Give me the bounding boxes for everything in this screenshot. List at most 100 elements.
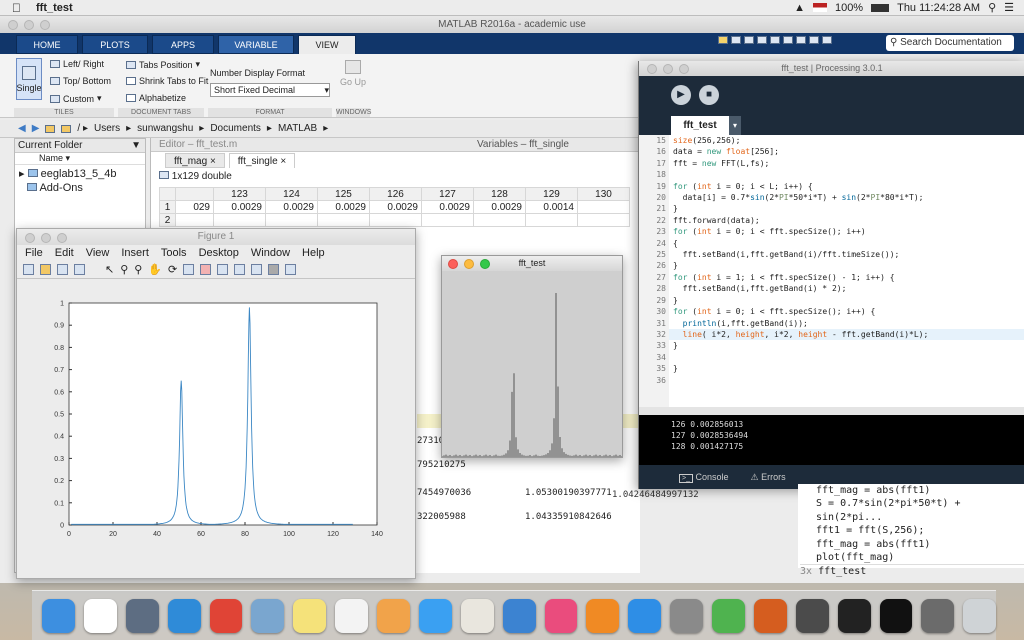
folder-up-icon[interactable] (45, 124, 56, 133)
qa-icon[interactable] (796, 36, 806, 44)
col-header[interactable]: 128 (473, 187, 526, 201)
path-root[interactable]: / ▸ (77, 123, 88, 134)
code-line[interactable]: for (int i = 1; i < fft.specSize() - 1; … (669, 272, 1024, 283)
history-item-last[interactable]: 3x fft_test (800, 564, 1024, 578)
go-up-button[interactable]: Go Up (340, 60, 366, 87)
top-bottom-button[interactable]: Top/ Bottom (50, 76, 111, 86)
line-plot[interactable]: 0 20 40 60 80 100 120 140 0 0.1 0.2 0.3 0.4 0.5 0.6 0.7… (17, 281, 415, 578)
stop-button[interactable]: ■ (699, 85, 719, 105)
tabs-position-button[interactable]: Tabs Position ▾ (126, 59, 200, 70)
shrink-tabs-checkbox[interactable]: Shrink Tabs to Fit (126, 76, 208, 86)
menu-desktop[interactable]: Desktop (199, 247, 239, 259)
trash-icon[interactable] (963, 598, 997, 633)
code-line[interactable] (669, 169, 1024, 180)
table-cell[interactable] (577, 213, 630, 227)
battery-label[interactable]: 100% (835, 2, 863, 14)
qa-icon[interactable] (718, 36, 728, 44)
launchpad-icon[interactable] (125, 598, 159, 633)
itunes-icon[interactable] (544, 598, 578, 633)
code-line[interactable]: size(256,256); (669, 135, 1024, 146)
run-button[interactable]: ▶ (671, 85, 691, 105)
processing3-icon[interactable] (837, 598, 871, 633)
notes-icon[interactable] (293, 598, 327, 633)
var-tab-fft-single[interactable]: fft_single × (228, 153, 296, 168)
code-line[interactable]: } (669, 260, 1024, 271)
single-layout-button[interactable]: Single (16, 58, 42, 100)
tab-view[interactable]: VIEW (298, 35, 356, 54)
open-icon[interactable] (40, 264, 51, 275)
col-header[interactable]: 123 (213, 187, 266, 201)
tab-home[interactable]: HOME (16, 35, 78, 54)
menu-help[interactable]: Help (302, 247, 325, 259)
table-cell[interactable]: 0.0029 (213, 200, 266, 214)
window-controls[interactable] (25, 233, 67, 243)
history-item[interactable]: plot(fft_mag) (816, 551, 1024, 564)
code-line[interactable]: } (669, 203, 1024, 214)
pan-icon[interactable]: ✋ (148, 263, 162, 276)
chrome-icon[interactable] (209, 598, 243, 633)
row-header[interactable]: 1 (159, 200, 176, 214)
col-header[interactable]: 129 (525, 187, 578, 201)
messages-icon[interactable] (418, 598, 452, 633)
history-item[interactable]: fft1 = fft(S,256); (816, 524, 1024, 537)
table-cell[interactable]: 0.0029 (317, 200, 370, 214)
new-figure-icon[interactable] (23, 264, 34, 275)
apple-icon[interactable]:  (12, 1, 21, 15)
wifi-icon[interactable]: ▲ (794, 2, 805, 14)
path-segment[interactable]: sunwangshu (137, 123, 193, 134)
close-icon[interactable]: × (210, 156, 216, 167)
window-controls[interactable] (448, 259, 490, 269)
code-line[interactable]: { (669, 238, 1024, 249)
ibooks-icon[interactable] (586, 598, 620, 633)
save-icon[interactable] (57, 264, 68, 275)
colorbar-icon[interactable] (234, 264, 246, 275)
matlab-icon[interactable] (753, 598, 787, 633)
code-line[interactable]: data[i] = 0.7*sin(2*PI*50*i*T) + sin(2*P… (669, 192, 1024, 203)
sublime-icon[interactable] (795, 598, 829, 633)
code-line[interactable]: for (int i = 0; i < L; i++) { (669, 181, 1024, 192)
code-line[interactable]: } (669, 295, 1024, 306)
code-line[interactable]: for (int i = 0; i < fft.specSize(); i++) (669, 226, 1024, 237)
data-cursor-icon[interactable] (183, 264, 195, 275)
qa-icon[interactable] (744, 36, 754, 44)
close-icon[interactable]: × (280, 156, 286, 167)
code-line[interactable]: fft.setBand(i,fft.getBand(i) * 2); (669, 283, 1024, 294)
reminders-icon[interactable] (335, 598, 368, 633)
table-cell[interactable]: 0.0014 (525, 200, 578, 214)
spotlight-icon[interactable]: ⚲ (988, 1, 996, 14)
col-header[interactable]: 127 (421, 187, 474, 201)
hide-tools-icon[interactable] (268, 264, 280, 275)
zoom-out-icon[interactable]: ⚲ (134, 263, 142, 276)
col-header[interactable]: 125 (317, 187, 370, 201)
qa-icon[interactable] (757, 36, 767, 44)
browse-icon[interactable] (61, 124, 72, 133)
clock[interactable]: Thu 11:24:28 AM (897, 2, 980, 14)
history-item[interactable]: fft_mag = abs(fft1) (816, 538, 1024, 551)
table-cell[interactable] (473, 213, 526, 227)
window-controls[interactable] (647, 64, 689, 74)
app-name[interactable]: fft_test (36, 2, 73, 14)
console-tab[interactable]: >_ Console (679, 472, 729, 483)
path-segment[interactable]: Users (94, 123, 120, 134)
alphabetize-checkbox[interactable]: Alphabetize (126, 93, 186, 103)
appstore-icon[interactable] (628, 598, 662, 633)
downloads-icon[interactable] (921, 598, 955, 633)
safari-icon[interactable] (167, 598, 201, 633)
tab-menu-icon[interactable]: ▾ (729, 116, 741, 135)
link-icon[interactable] (217, 264, 229, 275)
code-line[interactable]: line( i*2, height, i*2, height - fft.get… (669, 328, 1024, 341)
pointer-icon[interactable]: ↖ (105, 263, 114, 276)
textedit-icon[interactable] (460, 598, 494, 633)
menu-file[interactable]: File (25, 247, 43, 259)
code-line[interactable]: } (669, 340, 1024, 351)
history-item[interactable]: fft_mag = abs(fft1) (816, 484, 1024, 497)
code-line[interactable] (669, 352, 1024, 363)
evernote-icon[interactable] (712, 598, 745, 633)
table-cell[interactable] (577, 200, 630, 214)
window-controls[interactable] (8, 20, 50, 30)
preview-icon[interactable] (251, 598, 285, 633)
rotate-icon[interactable]: ⟳ (168, 263, 177, 276)
qa-icon[interactable] (809, 36, 819, 44)
code-line[interactable]: println(i,fft.getBand(i)); (669, 318, 1024, 329)
calendar-icon[interactable] (83, 598, 117, 633)
